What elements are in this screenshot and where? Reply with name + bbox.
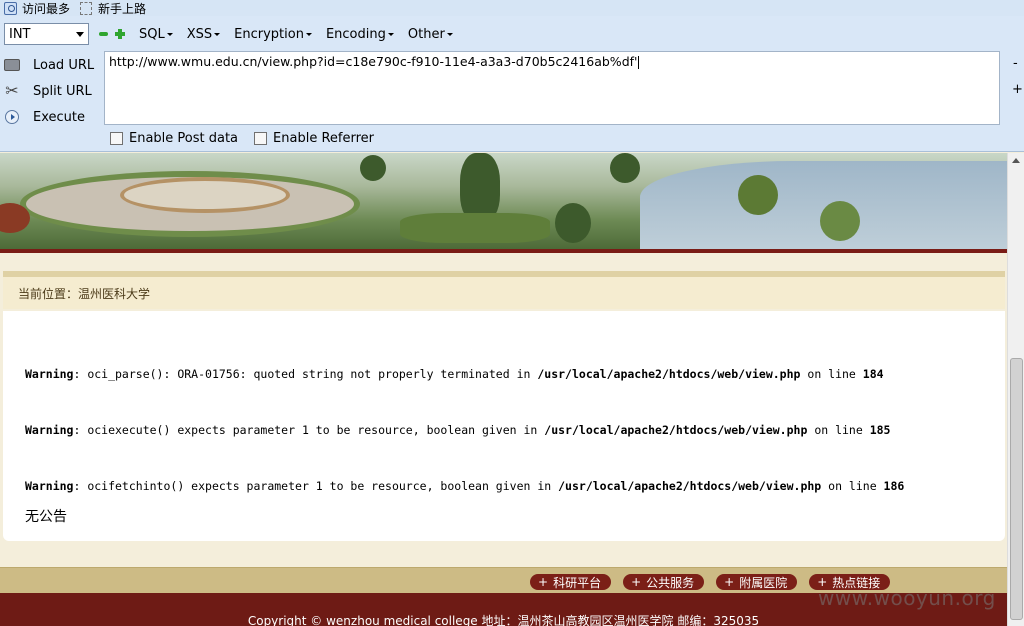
menu-label: XSS <box>186 26 213 42</box>
dropdown-arrow-icon <box>446 32 453 36</box>
plus-icon: + <box>538 575 549 589</box>
enable-referrer-checkbox[interactable] <box>254 132 268 145</box>
enable-post-checkbox[interactable] <box>110 132 123 145</box>
bookmark-most-visited[interactable]: 访问最多 <box>4 0 70 17</box>
dropdown-arrow-icon <box>214 32 221 36</box>
scrollbar-thumb[interactable] <box>1010 358 1023 620</box>
lawn-shape <box>400 213 550 243</box>
execute-button[interactable]: Execute <box>0 104 100 130</box>
enable-referrer-option[interactable]: Enable Referrer <box>254 131 374 146</box>
type-select[interactable]: INT <box>4 23 89 45</box>
breadcrumb: 当前位置：温州医科大学 <box>3 271 1005 309</box>
lake-shape <box>640 161 1007 249</box>
notice-text: 无公告 <box>25 509 67 525</box>
type-select-value: INT <box>9 26 31 42</box>
url-input[interactable]: http://www.wmu.edu.cn/view.php?id=c18e79… <box>104 51 1000 125</box>
scissors-icon: ✂ <box>5 81 19 100</box>
increase-icon[interactable] <box>115 29 125 39</box>
enable-referrer-label: Enable Referrer <box>273 131 374 146</box>
play-icon <box>3 108 21 126</box>
bookmark-icon <box>4 1 17 15</box>
warning-text: : ocifetchinto() expects parameter 1 to … <box>73 479 559 493</box>
watermark: www.wooyun.org <box>818 586 996 610</box>
web-page: 当前位置：温州医科大学 Warning: oci_parse(): ORA-01… <box>0 153 1007 626</box>
dropdown-arrow-icon <box>166 32 173 36</box>
execute-label: Execute <box>33 109 85 125</box>
warning-path: /usr/local/apache2/htdocs/web/view.php <box>558 479 822 493</box>
footer-link-label: 附属医院 <box>739 575 788 590</box>
hackbar-panel: INT SQL XSS Encryption Encoding Other Lo… <box>0 16 1024 152</box>
warning-text: on line <box>821 479 884 493</box>
load-icon <box>3 56 21 74</box>
footer-link-services[interactable]: + 公共服务 <box>623 574 705 590</box>
footer-link-label: 科研平台 <box>553 575 602 590</box>
grow-textarea-button[interactable]: + <box>1012 82 1023 97</box>
footer-link-hospitals[interactable]: + 附属医院 <box>716 574 798 590</box>
menu-label: SQL <box>139 26 165 42</box>
dropdown-arrow-icon <box>305 32 312 36</box>
banner-divider <box>0 249 1007 253</box>
decrease-icon[interactable] <box>99 32 108 36</box>
dashed-page-icon <box>80 1 93 15</box>
menu-encryption[interactable]: Encryption <box>234 27 312 42</box>
php-warning: Warning: ociexecute() expects parameter … <box>25 423 890 437</box>
load-url-button[interactable]: Load URL <box>0 52 100 78</box>
menu-other[interactable]: Other <box>408 27 453 42</box>
warning-text: on line <box>800 367 863 381</box>
warning-line: 186 <box>883 479 905 493</box>
plus-icon: + <box>724 575 735 589</box>
tree-shape <box>820 201 860 241</box>
footer-link-research[interactable]: + 科研平台 <box>530 574 612 590</box>
warning-line: 185 <box>869 423 891 437</box>
load-url-label: Load URL <box>33 57 95 73</box>
tree-shape <box>555 203 591 243</box>
scroll-up-icon[interactable] <box>1012 158 1020 163</box>
menu-label: Encoding <box>325 26 386 42</box>
bookmark-label: 访问最多 <box>22 1 71 16</box>
warning-label: Warning <box>25 423 74 437</box>
enable-post-label: Enable Post data <box>129 131 239 146</box>
tree-shape <box>610 153 640 183</box>
text-cursor <box>638 56 640 69</box>
warning-path: /usr/local/apache2/htdocs/web/view.php <box>544 423 808 437</box>
menu-label: Encryption <box>234 26 304 42</box>
footer-link-label: 公共服务 <box>646 575 695 590</box>
hackbar-options: Enable Post data Enable Referrer <box>110 131 390 146</box>
chevron-down-icon <box>76 31 84 37</box>
page-scrollbar[interactable] <box>1007 153 1024 626</box>
tree-shape <box>738 175 778 215</box>
split-url-label: Split URL <box>33 83 92 99</box>
notice-content: Warning: oci_parse(): ORA-01756: quoted … <box>3 311 1005 541</box>
tree-shape <box>360 155 386 181</box>
plus-icon: + <box>631 575 642 589</box>
warning-label: Warning <box>25 367 74 381</box>
bookmark-getting-started[interactable]: 新手上路 <box>80 0 146 17</box>
bookmarks-bar: 访问最多 新手上路 <box>0 0 1024 16</box>
campus-banner-image <box>0 153 1007 249</box>
warning-text: : ociexecute() expects parameter 1 to be… <box>73 423 545 437</box>
plaza-center-shape <box>120 177 290 213</box>
bookmark-label: 新手上路 <box>98 1 147 16</box>
php-warning: Warning: oci_parse(): ORA-01756: quoted … <box>25 367 884 381</box>
menu-encoding[interactable]: Encoding <box>326 27 394 42</box>
split-url-button[interactable]: ✂ Split URL <box>0 78 100 104</box>
copyright-text: Copyright © wenzhou medical college 地址：温… <box>247 614 760 626</box>
php-warning: Warning: ocifetchinto() expects paramete… <box>25 479 904 493</box>
menu-sql[interactable]: SQL <box>139 27 173 42</box>
warning-path: /usr/local/apache2/htdocs/web/view.php <box>537 367 801 381</box>
warning-line: 184 <box>862 367 884 381</box>
warning-text: : oci_parse(): ORA-01756: quoted string … <box>73 367 538 381</box>
dropdown-arrow-icon <box>387 32 394 36</box>
menu-xss[interactable]: XSS <box>186 26 221 42</box>
hackbar-side-buttons: Load URL ✂ Split URL Execute <box>0 52 100 130</box>
breadcrumb-text: 当前位置：温州医科大学 <box>18 286 151 301</box>
shrink-textarea-button[interactable]: - <box>1013 56 1018 71</box>
warning-text: on line <box>807 423 870 437</box>
hackbar-toolbar: INT SQL XSS Encryption Encoding Other <box>0 22 1024 46</box>
warning-label: Warning <box>25 479 74 493</box>
url-text: http://www.wmu.edu.cn/view.php?id=c18e79… <box>109 54 638 69</box>
menu-label: Other <box>407 26 445 42</box>
enable-post-option[interactable]: Enable Post data <box>110 131 238 146</box>
